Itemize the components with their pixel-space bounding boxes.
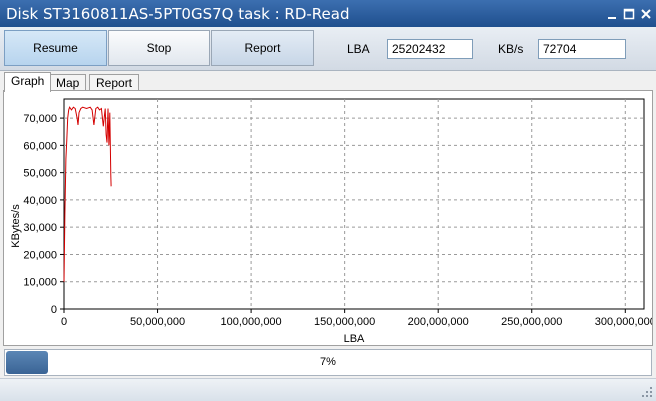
x-tick-label: 100,000,000 bbox=[221, 316, 282, 328]
lba-field[interactable] bbox=[387, 39, 473, 59]
tab-map[interactable]: Map bbox=[49, 74, 87, 91]
close-icon[interactable] bbox=[639, 7, 653, 21]
resume-button[interactable]: Resume bbox=[4, 30, 107, 66]
window-title: Disk ST3160811AS-5PT0GS7Q task : RD-Read bbox=[6, 5, 350, 23]
lba-label: LBA bbox=[347, 42, 370, 56]
status-bar bbox=[0, 378, 656, 401]
x-tick-label: 150,000,000 bbox=[314, 316, 375, 328]
y-tick-label: 40,000 bbox=[23, 195, 57, 207]
y-axis-label: KBytes/s bbox=[10, 204, 22, 248]
kbs-label: KB/s bbox=[498, 42, 524, 56]
y-tick-label: 60,000 bbox=[23, 140, 57, 152]
y-tick-label: 70,000 bbox=[23, 113, 57, 125]
tab-graph[interactable]: Graph bbox=[4, 72, 52, 92]
title-bar: Disk ST3160811AS-5PT0GS7Q task : RD-Read bbox=[0, 0, 656, 27]
report-button[interactable]: Report bbox=[211, 30, 314, 66]
stop-button[interactable]: Stop bbox=[108, 30, 210, 66]
x-tick-label: 300,000,000 bbox=[595, 316, 652, 328]
x-tick-label: 200,000,000 bbox=[408, 316, 469, 328]
plot-area bbox=[63, 98, 645, 310]
y-tick-label: 10,000 bbox=[23, 277, 57, 289]
x-tick-label: 0 bbox=[61, 316, 67, 328]
speed-chart: 0 10,000 20,000 30,000 40,000 50,000 60,000 70,… bbox=[10, 98, 652, 345]
minimize-icon[interactable] bbox=[605, 7, 619, 21]
x-tick-label: 250,000,000 bbox=[501, 316, 562, 328]
y-tick-label: 50,000 bbox=[23, 168, 57, 180]
graph-panel: 0 10,000 20,000 30,000 40,000 50,000 60,000 70,… bbox=[3, 90, 653, 346]
y-tick-label: 20,000 bbox=[23, 249, 57, 261]
resize-grip-icon[interactable] bbox=[641, 386, 653, 398]
progress-bar: 7% bbox=[4, 349, 652, 376]
maximize-icon[interactable] bbox=[622, 7, 636, 21]
progress-percent: 7% bbox=[320, 356, 336, 368]
tab-report[interactable]: Report bbox=[89, 74, 140, 91]
x-tick-label: 50,000,000 bbox=[130, 316, 185, 328]
y-tick-label: 0 bbox=[51, 304, 57, 316]
y-tick-label: 30,000 bbox=[23, 222, 57, 234]
kbs-field[interactable] bbox=[538, 39, 626, 59]
x-axis-label: LBA bbox=[344, 333, 365, 345]
